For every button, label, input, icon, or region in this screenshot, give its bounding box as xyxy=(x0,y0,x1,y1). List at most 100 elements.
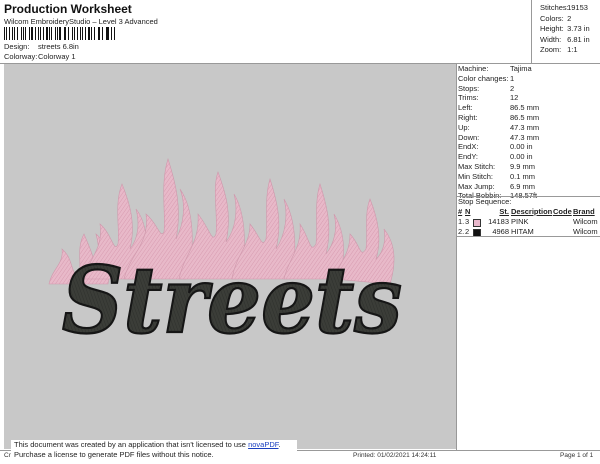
barcode-bar xyxy=(42,27,44,40)
info-label: Up: xyxy=(458,122,470,132)
barcode-bar xyxy=(20,27,22,40)
stat-row: Height: 3.73 in xyxy=(540,24,590,33)
info-label: Stops: xyxy=(458,83,480,93)
info-label: EndX: xyxy=(458,142,479,152)
info-value: 0.00 in xyxy=(510,142,533,152)
info-label: Left: xyxy=(458,103,473,113)
info-value: 1 xyxy=(510,73,515,83)
barcode xyxy=(4,27,116,40)
info-label: Max Jump: xyxy=(458,181,495,191)
barcode-bar xyxy=(46,27,48,40)
design-label: Design: xyxy=(4,42,30,51)
barcode-bar xyxy=(59,27,61,40)
info-label: Color changes: xyxy=(458,73,509,83)
info-label: EndY: xyxy=(458,152,479,162)
barcode-bar xyxy=(25,27,26,40)
divider xyxy=(531,0,532,63)
machine-info-row: EndY: 0.00 in xyxy=(458,152,598,162)
info-value: 86.5 mm xyxy=(510,112,540,122)
info-label: Machine: xyxy=(458,64,489,73)
divider xyxy=(457,236,600,237)
stat-row: Width: 6.81 in xyxy=(540,34,590,44)
machine-info-panel: Machine: Tajima Color changes: 1 Stops: 2 Trim… xyxy=(458,64,598,201)
barcode-bar xyxy=(107,27,109,40)
info-value: 0.1 mm xyxy=(510,171,536,181)
barcode-bar xyxy=(84,27,86,40)
machine-info-row: Machine: Tajima xyxy=(458,64,598,74)
info-value: 9.9 mm xyxy=(510,161,536,171)
barcode-bar xyxy=(93,27,95,40)
barcode-bar xyxy=(67,27,70,40)
barcode-bar xyxy=(51,27,52,40)
barcode-bar xyxy=(99,27,100,40)
embroidery-design: Streets xyxy=(48,158,403,355)
software-name: Wilcom EmbroideryStudio – Level 3 Advanc… xyxy=(4,17,158,26)
stop-sequence-title: Stop Sequence: xyxy=(458,197,512,206)
info-label: Down: xyxy=(458,132,480,142)
barcode-bar xyxy=(28,27,30,40)
barcode-bar xyxy=(65,27,66,40)
barcode-bar xyxy=(76,27,78,40)
stats-box: Stitches: 19153 Colors: 2 Height: 3.73 i… xyxy=(540,3,590,56)
printed-date: Printed: 01/02/2021 14:24:11 xyxy=(353,452,437,459)
machine-info-row: Trims: 12 xyxy=(458,93,598,103)
info-value: 47.3 mm xyxy=(510,122,540,132)
page-title: Production Worksheet xyxy=(4,2,132,16)
design-value: streets 6.8in xyxy=(38,42,79,51)
barcode-bar xyxy=(13,27,16,40)
machine-info-row: EndX: 0.00 in xyxy=(458,142,598,152)
colorway-label: Colorway: xyxy=(4,52,38,61)
barcode-bar xyxy=(4,27,5,40)
barcode-bar xyxy=(22,27,24,40)
table-header: # N St. Description Code Brand xyxy=(458,207,595,216)
design-row: Design: streets 6.8in xyxy=(4,42,79,51)
barcode-bar xyxy=(91,27,92,40)
info-value: 0.00 in xyxy=(510,152,533,162)
barcode-bar xyxy=(48,27,50,40)
table-row: 1. 3 14183 PINK Wilcom xyxy=(458,217,598,227)
streets-lettering: Streets xyxy=(61,245,403,355)
info-value: 12 xyxy=(510,93,519,103)
stat-row: Colors: 2 xyxy=(540,13,572,23)
colorway-row: Colorway:Colorway 1 xyxy=(4,52,76,61)
novapdf-link[interactable]: novaPDF xyxy=(248,440,278,449)
info-value: 86.5 mm xyxy=(510,103,540,113)
barcode-bar xyxy=(39,27,41,40)
machine-info-row: Left: 86.5 mm xyxy=(458,103,598,113)
barcode-bar xyxy=(5,27,7,40)
barcode-bar xyxy=(74,27,75,40)
info-value: Tajima xyxy=(510,64,532,73)
machine-info-row: Max Jump: 6.9 mm xyxy=(458,182,598,192)
stop-sequence-table: # N St. Description Code Brand 1. 3 1418… xyxy=(458,207,598,237)
color-swatch xyxy=(473,218,481,227)
barcode-bar xyxy=(38,27,39,40)
machine-info-row: Color changes: 1 xyxy=(458,74,598,84)
stat-row: Zoom: 1:1 xyxy=(540,45,578,54)
footer-left: Cr xyxy=(4,452,11,459)
machine-info-row: Down: 47.3 mm xyxy=(458,133,598,143)
info-label: Max Stitch: xyxy=(458,161,496,171)
barcode-bar xyxy=(105,27,107,40)
machine-info-row: Up: 47.3 mm xyxy=(458,123,598,133)
info-label: Trims: xyxy=(458,93,479,103)
info-label: Right: xyxy=(458,112,478,122)
info-label: Min Stitch: xyxy=(458,171,494,181)
info-value: 2 xyxy=(510,83,515,93)
barcode-bar xyxy=(34,27,36,40)
colorway-value: Colorway 1 xyxy=(38,52,76,61)
info-value: 6.9 mm xyxy=(510,181,536,191)
barcode-bar xyxy=(8,27,10,40)
info-value: 47.3 mm xyxy=(510,132,540,142)
license-notice: This document was created by an applicat… xyxy=(11,440,297,462)
barcode-bar xyxy=(97,27,99,40)
barcode-bar xyxy=(17,27,18,40)
barcode-bar xyxy=(54,27,56,40)
design-text: Streets xyxy=(62,246,402,354)
barcode-bar xyxy=(30,27,33,40)
machine-info-row: Min Stitch: 0.1 mm xyxy=(458,172,598,182)
barcode-bar xyxy=(114,27,115,40)
divider xyxy=(456,64,457,450)
barcode-bar xyxy=(82,27,83,40)
machine-info-row: Right: 86.5 mm xyxy=(458,113,598,123)
barcode-bar xyxy=(72,27,74,40)
